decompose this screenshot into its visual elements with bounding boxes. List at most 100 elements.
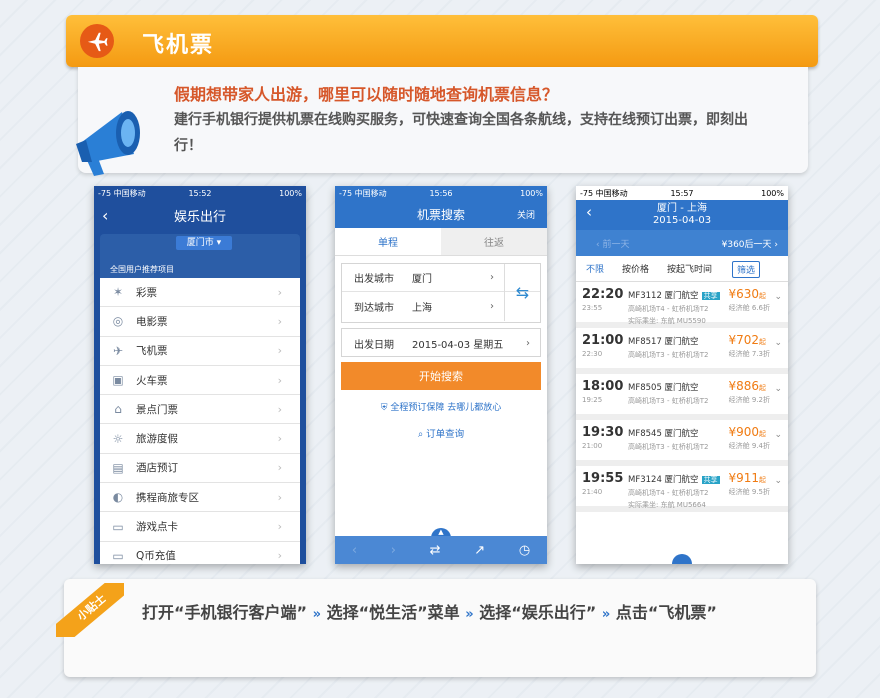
phone-flight-list: -75 中国移动 15:57 100% ‹ 厦门 - 上海 2015-04-03…: [576, 186, 788, 564]
city-box: 出发城市 厦门 › 到达城市 上海 › ⇆: [341, 263, 541, 323]
list-item[interactable]: ✶ 彩票 ›: [100, 278, 300, 308]
next-day-button[interactable]: ¥360后一天 ›: [722, 237, 778, 250]
next-icon[interactable]: ›: [391, 543, 396, 558]
list-item-label: Q币充值: [136, 550, 176, 563]
arrive-label: 到达城市: [354, 302, 394, 314]
share-badge: 共享: [701, 476, 720, 484]
time-text: 15:56: [429, 188, 453, 198]
prev-icon[interactable]: ‹: [352, 543, 357, 558]
depart-value: 厦门: [412, 274, 432, 285]
order-query-text: 订单查询: [426, 429, 465, 440]
screen-button[interactable]: 筛选: [731, 261, 760, 278]
chevron-down-icon[interactable]: ⌄: [774, 292, 782, 302]
flight-number: MF3124 厦门航空 共享: [628, 475, 720, 485]
tip-badge-label: 小贴士: [56, 583, 124, 637]
list-item-label: 飞机票: [136, 345, 168, 358]
chevron-down-icon[interactable]: ⌄: [774, 430, 782, 440]
hero-banner: 厦门市 ▾ 全国用户推荐项目: [100, 234, 300, 278]
list-item[interactable]: ▤ 酒店预订 ›: [100, 454, 300, 484]
list-item-label: 酒店预订: [136, 462, 178, 475]
arrow-icon: »: [601, 607, 611, 622]
depart-date-row[interactable]: 出发日期 2015-04-03 星期五 ›: [342, 329, 540, 357]
service-icon: ✶: [112, 285, 124, 300]
chevron-right-icon: ›: [277, 314, 282, 328]
order-query-link[interactable]: ⌕ 订单查询: [335, 426, 547, 440]
chevron-right-icon: ›: [277, 402, 282, 416]
arrive-time: 21:00: [582, 442, 603, 450]
nav-bar: 机票搜索 关闭: [335, 200, 547, 228]
filter-all[interactable]: 不限: [586, 262, 604, 275]
flight-row[interactable]: 18:00 19:25 MF8505 厦门航空 高崎机场T3 - 虹桥机场T2 ¥886…: [576, 374, 788, 420]
chevron-right-icon: ›: [490, 272, 494, 283]
list-item[interactable]: ◐ 携程商旅专区 ›: [100, 483, 300, 513]
flight-row[interactable]: 19:30 21:00 MF8545 厦门航空 高崎机场T3 - 虹桥机场T2 ¥900…: [576, 420, 788, 466]
section-banner: 飞机票: [66, 15, 818, 67]
chevron-right-icon: ›: [277, 549, 282, 563]
chevron-right-icon: ›: [277, 520, 282, 534]
arrow-icon: »: [312, 607, 322, 622]
filter-bar: 不限 按价格 按起飞时间 筛选: [576, 256, 788, 282]
carrier-text: -75 中国移动: [98, 188, 146, 198]
price: ¥911起: [728, 471, 766, 485]
chevron-down-icon[interactable]: ⌄: [774, 476, 782, 486]
flight-row[interactable]: 19:55 21:40 MF3124 厦门航空 共享 高崎机场T4 - 虹桥机场T2 实际…: [576, 466, 788, 512]
chevron-right-icon: ›: [277, 344, 282, 358]
list-item[interactable]: ▣ 火车票 ›: [100, 366, 300, 396]
depart-time: 19:30: [582, 425, 624, 440]
tab-one-way[interactable]: 单程: [335, 228, 441, 255]
date-value: 2015-04-03 星期五: [412, 339, 504, 351]
time-text: 15:57: [670, 188, 694, 198]
prev-day-button[interactable]: ‹ 前一天: [596, 237, 629, 250]
price: ¥886起: [728, 379, 766, 393]
list-item[interactable]: ☼ 旅游度假 ›: [100, 424, 300, 454]
battery-text: 100%: [520, 188, 543, 198]
list-item-label: 景点门票: [136, 403, 178, 416]
flight-row[interactable]: 21:00 22:30 MF8517 厦门航空 高崎机场T3 - 虹桥机场T2 ¥702…: [576, 328, 788, 374]
airports: 高崎机场T3 - 虹桥机场T2: [628, 443, 709, 451]
shield-icon: ⛨: [380, 403, 388, 413]
clock-icon[interactable]: ◷: [519, 543, 530, 558]
list-item[interactable]: ✈ 飞机票 ›: [100, 337, 300, 366]
sort-time[interactable]: 按起飞时间: [667, 262, 712, 275]
phone-entertainment: -75 中国移动 15:52 100% ‹ 娱乐出行 厦门市 ▾ 全国用户推荐项…: [94, 186, 306, 564]
operated-by: 实际乘坐: 东航 MU5664: [628, 501, 706, 509]
swap-cities-icon[interactable]: ⇆: [504, 264, 540, 321]
chevron-up-icon[interactable]: [672, 554, 692, 564]
status-bar: -75 中国移动 15:57 100%: [576, 186, 788, 200]
service-icon: ✈: [112, 343, 124, 358]
megaphone-icon: [76, 111, 140, 176]
arrive-value: 上海: [412, 302, 432, 314]
chevron-down-icon[interactable]: ⌄: [774, 384, 782, 394]
chevron-right-icon: ›: [526, 337, 530, 349]
chevron-down-icon[interactable]: ⌄: [774, 338, 782, 348]
nav-bar: ‹ 娱乐出行: [94, 200, 306, 230]
back-button[interactable]: ‹: [102, 206, 108, 225]
guarantee-text: 全程预订保障 去哪儿都放心: [390, 403, 502, 413]
price: ¥702起: [728, 333, 766, 347]
airports: 高崎机场T3 - 虹桥机场T2: [628, 351, 709, 359]
list-item-label: 火车票: [136, 374, 168, 387]
refresh-icon[interactable]: ⇄: [430, 543, 441, 558]
list-item[interactable]: ▭ Q币充值 ›: [100, 542, 300, 564]
date-label: 出发日期: [354, 339, 394, 351]
list-item[interactable]: ▭ 游戏点卡 ›: [100, 512, 300, 542]
close-button[interactable]: 关闭: [517, 208, 535, 221]
price: ¥630起: [728, 287, 766, 301]
service-icon: ◐: [112, 490, 124, 505]
search-button[interactable]: 开始搜索: [341, 362, 541, 390]
back-button[interactable]: ‹: [586, 205, 592, 220]
city-selector[interactable]: 厦门市 ▾: [176, 236, 232, 250]
tip-step-3: 选择“娱乐出行”: [479, 603, 597, 622]
tab-round-trip[interactable]: 往返: [441, 228, 547, 255]
operated-by: 实际乘坐: 东航 MU5590: [628, 317, 706, 325]
cabin-class: 经济舱 9.4折: [728, 442, 770, 450]
guarantee-link[interactable]: ⛨ 全程预订保障 去哪儿都放心: [335, 400, 547, 413]
flight-number: MF8505 厦门航空: [628, 383, 699, 393]
list-item[interactable]: ◎ 电影票 ›: [100, 307, 300, 337]
service-icon: ⌂: [114, 402, 122, 417]
flight-row[interactable]: 22:20 23:55 MF3112 厦门航空 共享 高崎机场T4 - 虹桥机场T2 实际…: [576, 282, 788, 328]
sort-price[interactable]: 按价格: [622, 262, 649, 275]
carrier-text: -75 中国移动: [339, 188, 387, 198]
share-icon[interactable]: ↗: [474, 543, 485, 558]
list-item[interactable]: ⌂ 景点门票 ›: [100, 395, 300, 425]
